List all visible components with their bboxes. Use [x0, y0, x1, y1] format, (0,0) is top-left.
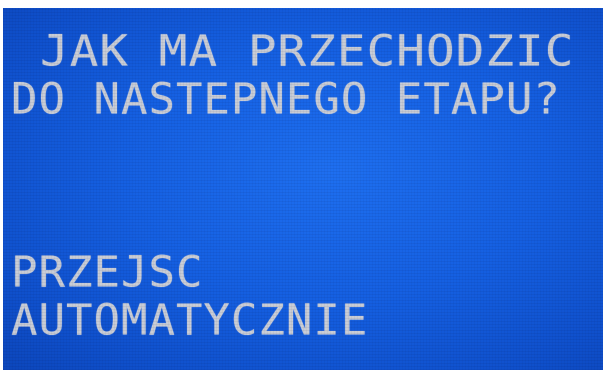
option-line-1[interactable]: PRZEJSC	[11, 251, 203, 294]
option-line-2[interactable]: AUTOMATYCZNIE	[11, 299, 368, 342]
lcd-display: JAK MA PRZECHODZIC DO NASTEPNEGO ETAPU? …	[3, 8, 603, 370]
question-line-2: DO NASTEPNEGO ETAPU?	[11, 74, 561, 125]
device-frame: JAK MA PRZECHODZIC DO NASTEPNEGO ETAPU? …	[0, 0, 606, 381]
question-line-1: JAK MA PRZECHODZIC	[40, 26, 575, 77]
